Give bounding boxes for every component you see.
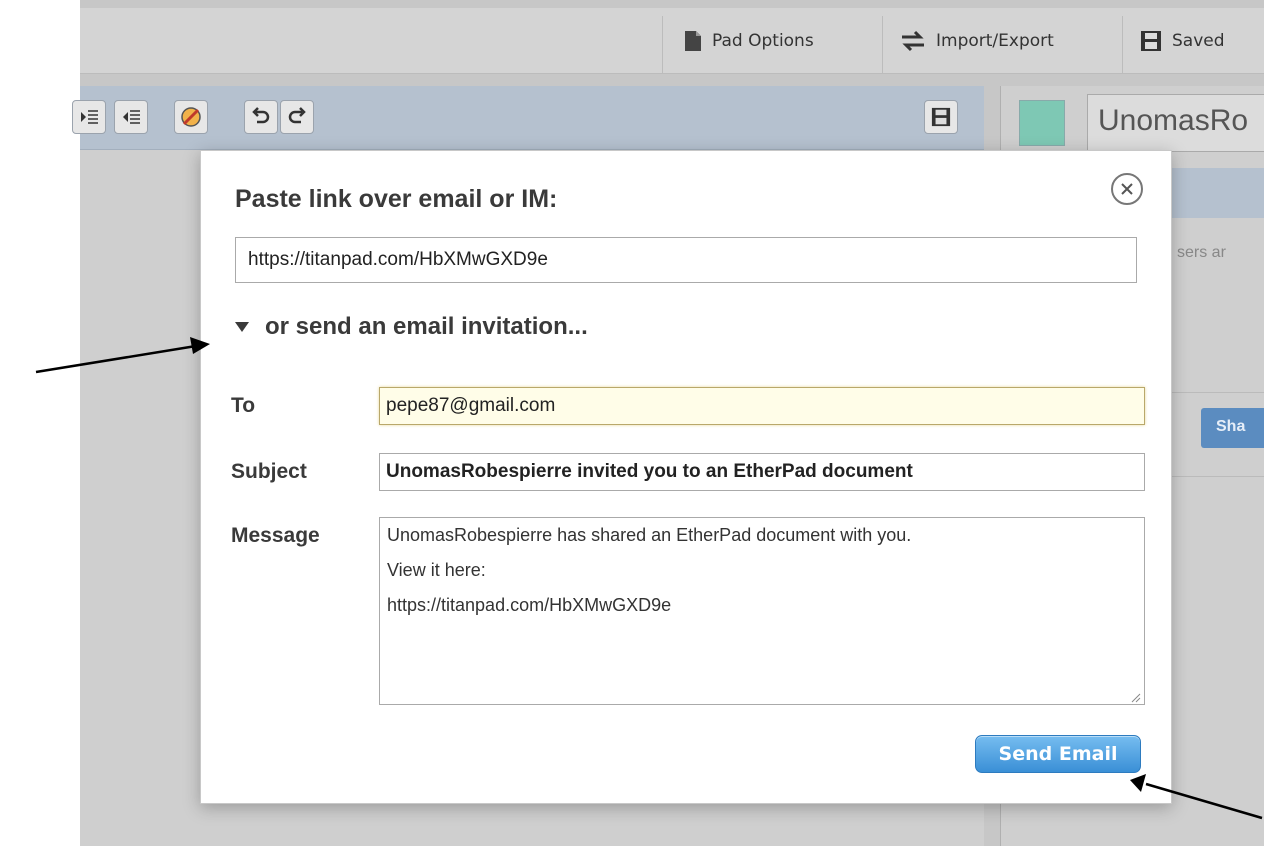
message-line: View it here: [387, 560, 486, 580]
share-link-input[interactable] [235, 237, 1137, 283]
swap-arrows-icon [902, 30, 924, 52]
saved-revisions-button[interactable]: Saved [1140, 28, 1225, 54]
share-dialog: Paste link over email or IM: or send an … [200, 150, 1172, 804]
close-button[interactable] [1111, 173, 1143, 205]
subject-field[interactable] [379, 453, 1145, 491]
message-body: UnomasRobespierre has shared an EtherPad… [387, 523, 1137, 628]
pad-options-button[interactable]: Pad Options [684, 28, 814, 54]
to-label: To [231, 394, 256, 417]
message-line: UnomasRobespierre has shared an EtherPad… [387, 525, 912, 545]
indent-icon [81, 110, 98, 124]
divider [662, 16, 663, 74]
divider [1122, 16, 1123, 74]
undo-button[interactable] [244, 100, 278, 134]
dialog-title: Paste link over email or IM: [235, 185, 558, 213]
import-export-label: Import/Export [936, 31, 1054, 51]
editor-toolbar [72, 86, 984, 150]
indent-button[interactable] [72, 100, 106, 134]
top-bar: Pad Options Import/Export Saved [80, 8, 1264, 74]
to-email-field[interactable] [379, 387, 1145, 425]
redo-button[interactable] [280, 100, 314, 134]
clear-authorship-button[interactable] [174, 100, 208, 134]
resize-grip-icon[interactable] [1129, 691, 1141, 703]
users-text: sers ar [1177, 244, 1226, 261]
email-invitation-label: or send an email invitation... [265, 313, 588, 340]
screenshot: Pad Options Import/Export Saved UnomasRo… [0, 0, 1264, 846]
document-icon [685, 31, 701, 51]
outdent-icon [123, 110, 140, 124]
user-name-field[interactable]: UnomasRo [1087, 94, 1264, 152]
save-icon [1141, 31, 1161, 51]
pad-options-label: Pad Options [712, 31, 814, 51]
close-icon [1121, 183, 1133, 195]
import-export-button[interactable]: Import/Export [900, 28, 1054, 54]
undo-icon [252, 107, 270, 124]
redo-icon [288, 107, 306, 124]
divider [882, 16, 883, 74]
save-revision-button[interactable] [924, 100, 958, 134]
saved-label: Saved [1172, 31, 1225, 51]
save-icon [931, 107, 951, 127]
outdent-button[interactable] [114, 100, 148, 134]
triangle-down-icon [235, 322, 249, 332]
email-invitation-toggle[interactable]: or send an email invitation... [235, 313, 588, 341]
send-email-button[interactable]: Send Email [975, 735, 1141, 773]
subject-label: Subject [231, 460, 307, 483]
share-button[interactable]: Sha [1201, 408, 1264, 448]
clear-colors-icon [181, 107, 201, 127]
message-label: Message [231, 524, 320, 547]
user-color-swatch[interactable] [1019, 100, 1065, 146]
message-line: https://titanpad.com/HbXMwGXD9e [387, 595, 672, 615]
